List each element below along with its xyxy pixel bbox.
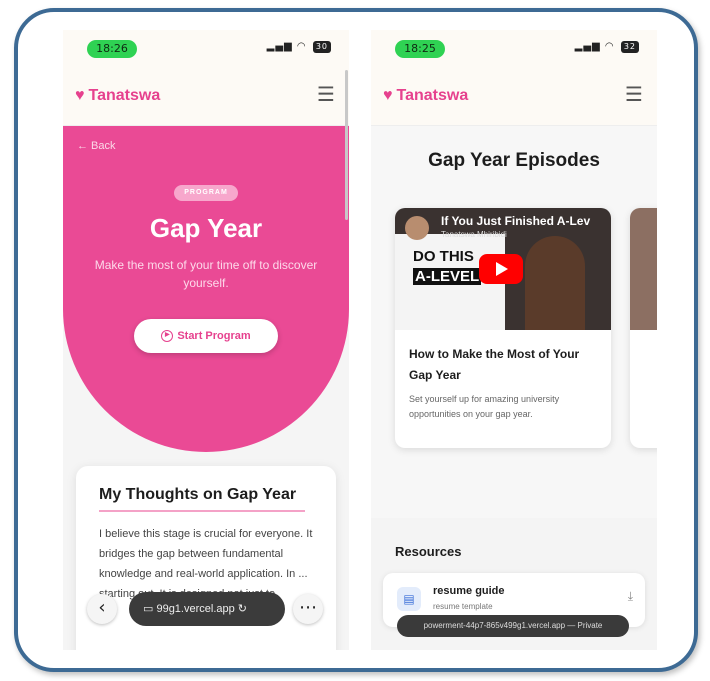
url-toast: powerment-44p7-865v499g1.vercel.app — Pr… (397, 615, 629, 637)
video-thumbnail[interactable]: If You Just Finished A-Lev Tanatswa Mhir… (395, 208, 611, 330)
menu-icon[interactable]: ☰ (317, 84, 335, 104)
heart-icon: ♥ (75, 87, 85, 104)
channel-name: Tanatswa Mhiribidi (441, 230, 507, 239)
episode-card-next[interactable] (630, 208, 657, 448)
youtube-play-icon[interactable] (479, 254, 523, 284)
thoughts-title: My Thoughts on Gap Year (99, 486, 297, 503)
page-subtitle: Make the most of your time off to discov… (94, 258, 318, 290)
start-program-button[interactable]: ▶ Start Program (134, 319, 278, 353)
back-link[interactable]: ← Back (77, 140, 116, 152)
browser-address-bar[interactable]: ▭ 99g1.vercel.app ↻ (129, 592, 285, 626)
scrollbar[interactable] (345, 70, 348, 220)
resource-subtitle: resume template (433, 602, 493, 611)
brand-name: Tanatswa (396, 87, 469, 104)
download-icon[interactable]: ⤓ (628, 589, 633, 604)
resources-title: Resources (395, 544, 462, 559)
episodes-title: Gap Year Episodes (428, 150, 600, 171)
brand-logo[interactable]: ♥ Tanatswa (383, 87, 468, 105)
episode-title: How to Make the Most of Your Gap Year (409, 347, 580, 382)
program-badge: PROGRAM (174, 185, 238, 201)
status-bar: 18:26 ▂▄▆ ◠ 30 (63, 30, 349, 70)
video-title: If You Just Finished A-Lev (441, 214, 591, 228)
battery-icon: 32 (620, 41, 639, 53)
thumbnail-text: DO THIS (413, 248, 474, 265)
status-time: 18:26 (87, 40, 137, 58)
phone-right: 18:25 ▂▄▆ ◠ 32 ♥ Tanatswa ☰ Gap Year Epis… (371, 30, 657, 650)
start-program-label: Start Program (177, 330, 251, 342)
brand-logo[interactable]: ♥ Tanatswa (75, 87, 160, 105)
presenter-image (525, 236, 585, 330)
status-icons: ▂▄▆ ◠ 32 (575, 41, 639, 53)
brand-name: Tanatswa (88, 87, 161, 104)
browser-back-button[interactable]: ‹ (87, 594, 117, 624)
resource-name: resume guide (433, 585, 505, 597)
browser-more-button[interactable]: ⋯ (293, 594, 323, 624)
app-header: ♥ Tanatswa ☰ (63, 70, 349, 126)
status-bar: 18:25 ▂▄▆ ◠ 32 (371, 30, 657, 70)
play-icon: ▶ (161, 330, 174, 343)
tabs-icon: ▭ (143, 603, 157, 615)
status-icons: ▂▄▆ ◠ 30 (267, 41, 331, 53)
page-title: Gap Year (149, 213, 263, 243)
channel-avatar (405, 216, 429, 240)
reload-icon[interactable]: ↻ (238, 603, 247, 615)
status-time: 18:25 (395, 40, 445, 58)
phone-left: 18:26 ▂▄▆ ◠ 30 ♥ Tanatswa ☰ ← Back PROGRA… (63, 30, 349, 650)
app-header: ♥ Tanatswa ☰ (371, 70, 657, 126)
battery-icon: 30 (312, 41, 331, 53)
program-hero: ← Back PROGRAM Gap Year Make the most of… (63, 126, 349, 452)
episode-description: Set yourself up for amazing university o… (409, 394, 560, 419)
browser-url: 99g1.vercel.app (156, 603, 235, 615)
episodes-section: Gap Year Episodes If You Just Finished A… (371, 126, 657, 518)
chevron-left-icon: ‹ (98, 597, 106, 618)
title-underline (99, 510, 305, 512)
document-icon: ▤ (397, 587, 421, 611)
more-icon: ⋯ (299, 597, 317, 618)
episode-card[interactable]: If You Just Finished A-Lev Tanatswa Mhir… (395, 208, 611, 448)
thumbnail-text: A-LEVEL (413, 268, 482, 285)
video-thumbnail (630, 208, 657, 330)
menu-icon[interactable]: ☰ (625, 84, 643, 104)
heart-icon: ♥ (383, 87, 393, 104)
